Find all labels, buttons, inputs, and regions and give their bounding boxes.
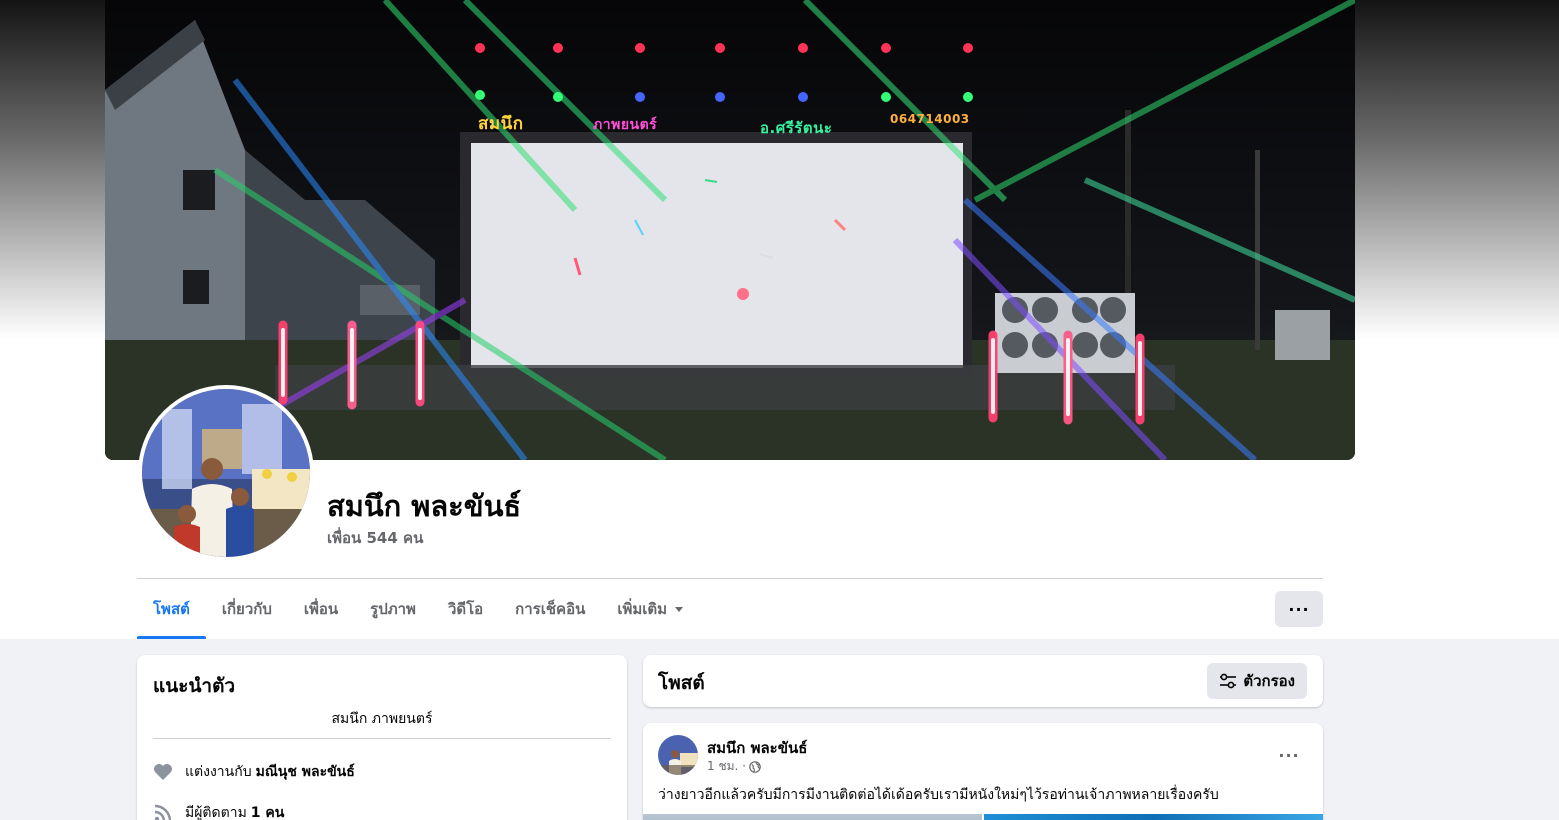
post-timestamp[interactable]: 1 ชม. · — [707, 757, 746, 776]
filter-button[interactable]: ตัวกรอง — [1207, 663, 1307, 699]
cover-sign-word: สมนึก — [478, 114, 524, 134]
spouse-name-link[interactable]: มณีนุช พละขันธ์ — [256, 761, 355, 783]
tab-posts[interactable]: โพสต์ — [137, 579, 206, 639]
post-meta: 1 ชม. · — [707, 757, 761, 776]
post-photo[interactable] — [984, 814, 1323, 820]
tab-label: การเช็คอิน — [515, 600, 586, 618]
post-text: ว่างยาวอีกแล้วครับมีการมีงานติดต่อได้เด้… — [658, 787, 1219, 803]
intro-divider — [153, 738, 611, 739]
posts-header-card: โพสต์ ตัวกรอง — [643, 655, 1323, 707]
caret-down-icon — [675, 606, 684, 612]
cover-sign-word: ภาพยนตร์ — [593, 117, 658, 133]
intro-followers-row: มีผู้ติดตาม 1 คน — [153, 802, 284, 820]
profile-avatar[interactable] — [138, 385, 314, 561]
tab-about[interactable]: เกี่ยวกับ — [206, 579, 288, 639]
post-card: สมนึก พละขันธ์ 1 ชม. · ··· ว่างยาวอีกแล้… — [643, 723, 1323, 820]
intro-married-row: แต่งงานกับ มณีนุช พละขันธ์ — [153, 761, 355, 783]
intro-bio: สมนึก ภาพยนตร์ — [331, 711, 433, 727]
tab-label: รูปภาพ — [370, 600, 416, 618]
tab-videos[interactable]: วิดีโอ — [432, 579, 499, 639]
followers-prefix: มีผู้ติดตาม — [185, 805, 247, 820]
profile-more-button[interactable]: ··· — [1275, 591, 1323, 627]
post-author-avatar[interactable] — [658, 735, 698, 775]
tab-photos[interactable]: รูปภาพ — [354, 579, 432, 639]
friends-count-link[interactable]: เพื่อน 544 คน — [327, 526, 423, 550]
tab-friends[interactable]: เพื่อน — [288, 579, 354, 639]
post-photo[interactable] — [643, 814, 982, 820]
tab-label: เพื่อน — [303, 600, 339, 618]
post-media[interactable] — [643, 814, 1323, 820]
tab-checkins[interactable]: การเช็คอิน — [499, 579, 601, 639]
post-options-button[interactable]: ··· — [1271, 737, 1307, 773]
cover-sign-word: 064714003 — [890, 112, 970, 126]
rss-icon — [153, 803, 173, 820]
filter-label: ตัวกรอง — [1243, 672, 1295, 690]
tab-more[interactable]: เพิ่มเติม — [601, 579, 699, 639]
tab-label: โพสต์ — [153, 600, 190, 618]
cover-photo-image — [105, 0, 1355, 460]
intro-card: แนะนำตัว สมนึก ภาพยนตร์ แต่งงานกับ มณีนุ… — [137, 655, 627, 820]
cover-photo[interactable]: สมนึก ภาพยนตร์ อ.ศรีรัตนะ 064714003 — [105, 0, 1355, 460]
tab-label: วิดีโอ — [447, 600, 484, 618]
profile-avatar-image — [142, 389, 310, 557]
intro-title: แนะนำตัว — [153, 675, 236, 697]
cover-sign-word: อ.ศรีรัตนะ — [760, 119, 833, 137]
tab-label: เกี่ยวกับ — [221, 600, 272, 618]
posts-title: โพสต์ — [658, 672, 705, 694]
tab-label: เพิ่มเติม — [617, 600, 668, 618]
followers-count-link[interactable]: 1 คน — [251, 802, 285, 820]
profile-tabs: โพสต์ เกี่ยวกับ เพื่อน รูปภาพ วิดีโอ การ… — [137, 579, 699, 639]
profile-name: สมนึก พละขันธ์ — [327, 489, 522, 523]
globe-icon — [749, 760, 761, 773]
heart-icon — [153, 762, 173, 782]
married-prefix: แต่งงานกับ — [185, 764, 252, 780]
sliders-icon — [1219, 673, 1237, 689]
